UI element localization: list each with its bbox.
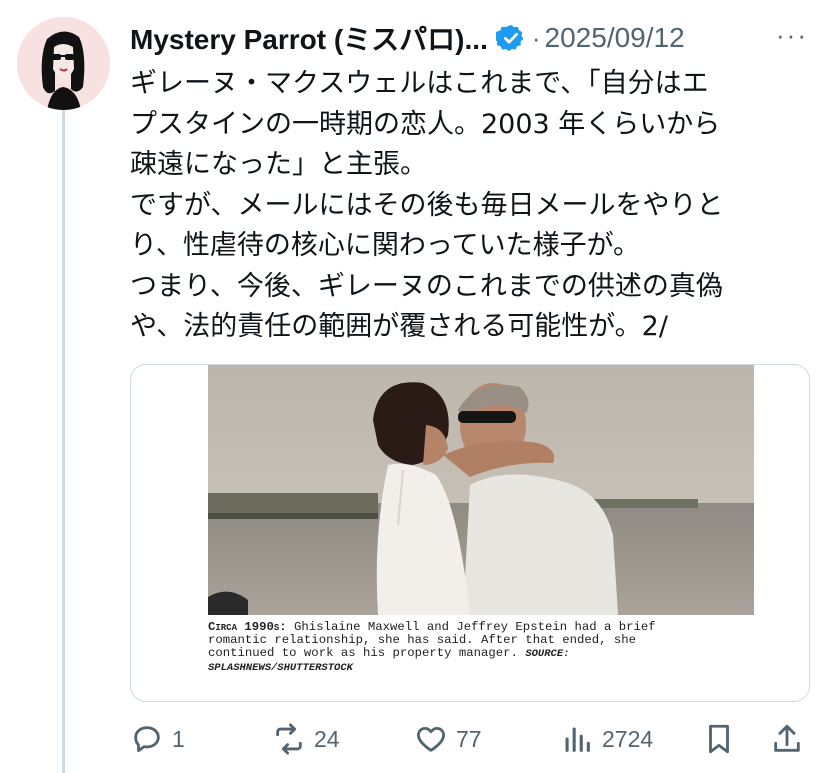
media-photo[interactable]	[208, 365, 754, 615]
verified-badge-icon	[495, 24, 524, 52]
like-icon	[417, 726, 445, 752]
share-button[interactable]	[770, 718, 804, 760]
tweet-text-line: ですが、メールにはその後も毎日メールをやりと	[130, 189, 724, 221]
retweet-button[interactable]: 24	[272, 718, 340, 760]
media-caption: Circa 1990s: Ghislaine Maxwell and Jeffr…	[208, 620, 754, 675]
like-count: 77	[456, 725, 482, 752]
share-icon	[774, 724, 800, 752]
post-date[interactable]: 2025/09/12	[545, 22, 685, 54]
header-separator: ·	[531, 22, 541, 53]
reply-icon	[134, 726, 160, 753]
avatar[interactable]	[17, 17, 110, 110]
tweet-header: Mystery Parrot (ミスパロ)... · 2025/09/12 ··…	[130, 16, 810, 60]
views-icon	[565, 727, 590, 752]
media-card[interactable]: Circa 1990s: Ghislaine Maxwell and Jeffr…	[130, 364, 810, 702]
reply-count: 1	[172, 725, 185, 752]
like-button[interactable]: 77	[414, 718, 482, 760]
tweet-text-line: り、性虐待の核心に関わっていた様子が。	[130, 230, 641, 261]
photo-illustration	[208, 365, 754, 615]
caption-source-credit: SPLASHNEWS/SHUTTERSTOCK	[208, 661, 353, 674]
tweet-text-line: つまり、今後、ギレーヌのこれまでの供述の真偽	[130, 270, 723, 302]
caption-line: continued to work as his property manage…	[208, 646, 526, 661]
tweet-text-line: プスタインの一時期の恋人。2003 年くらいから	[130, 108, 721, 140]
author-name[interactable]: Mystery Parrot (ミスパロ)...	[130, 18, 488, 58]
tweet-text-line: 疎遠になった」と主張。	[130, 149, 427, 180]
reply-button[interactable]: 1	[130, 718, 185, 760]
views-count: 2724	[602, 725, 654, 752]
bookmark-icon	[709, 724, 729, 754]
caption-lead: Circa 1990s:	[208, 620, 287, 634]
tweet-text: ギレーヌ・マクスウェルはこれまで、「自分はエ プスタインの一時期の恋人。2003…	[130, 64, 800, 348]
avatar-illustration	[17, 17, 110, 110]
retweet-icon	[276, 723, 302, 755]
views-button[interactable]: 2724	[560, 718, 653, 760]
more-options-button[interactable]: ···	[776, 20, 808, 51]
tweet-actions-bar: 1 24 77 2724	[130, 718, 808, 760]
caption-source: SOURCE:	[525, 648, 570, 661]
tweet-text-line: ギレーヌ・マクスウェルはこれまで、「自分はエ	[130, 68, 709, 99]
caption-line: Ghislaine Maxwell and Jeffrey Epstein ha…	[286, 620, 656, 634]
tweet-text-line: や、法的責任の範囲が覆される可能性が。2/	[130, 311, 668, 342]
bookmark-button[interactable]	[702, 718, 736, 760]
thread-connector-line	[62, 100, 65, 773]
retweet-count: 24	[314, 725, 340, 752]
